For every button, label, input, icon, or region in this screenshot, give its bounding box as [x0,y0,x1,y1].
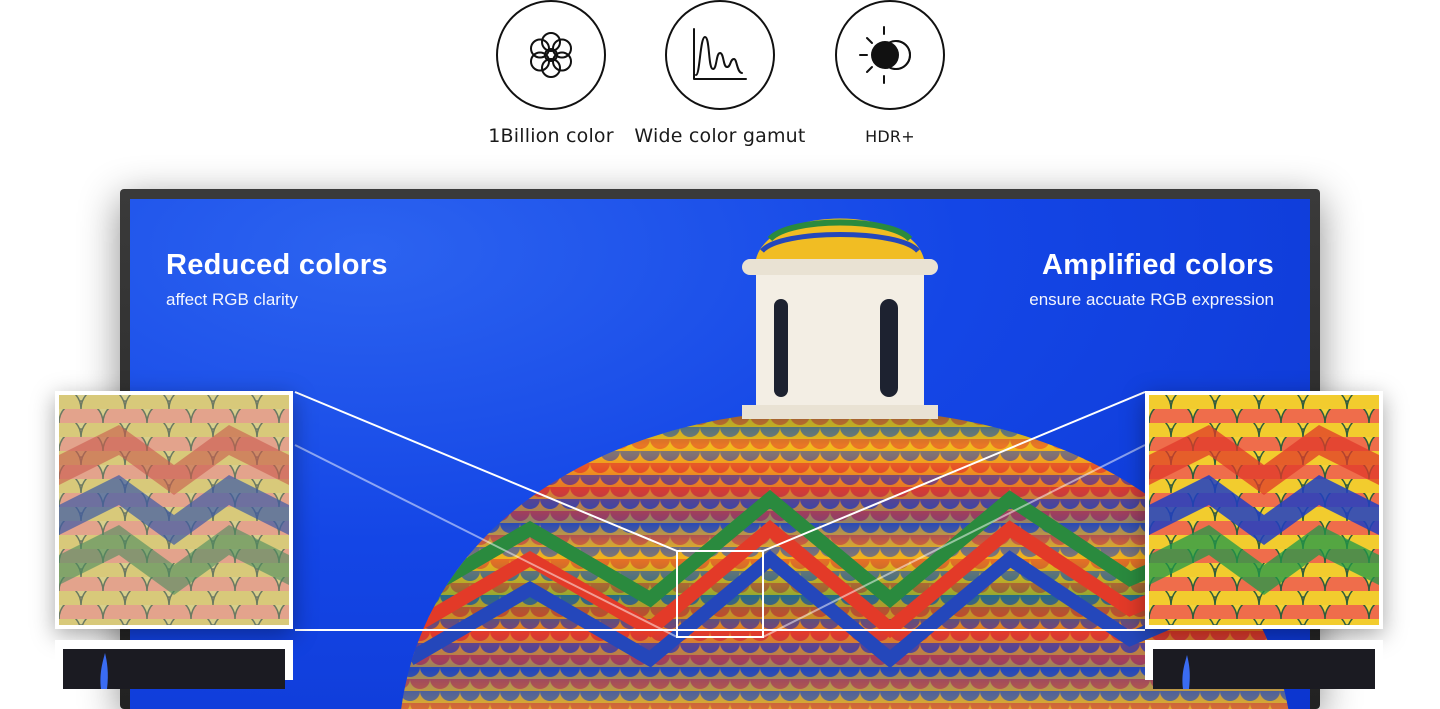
feature-circle [496,0,606,110]
brightness-contrast-icon [859,26,911,84]
amplified-colors-zoom-panel [1145,391,1383,629]
tv-frame: Reduced colors affect RGB clarity Amplif… [120,189,1320,709]
lower-panel-image [1153,649,1375,689]
wave-graph-icon [693,28,747,80]
amplified-colors-text: Amplified colors ensure accuate RGB expr… [1029,249,1274,310]
lower-panel-image [63,649,285,689]
reduced-colors-subtext: affect RGB clarity [166,290,298,309]
amplified-colors-subtext: ensure accuate RGB expression [1029,290,1274,309]
feature-circle [835,0,945,110]
feature-label: HDR+ [865,127,915,146]
reduced-colors-headline: Reduced colors [166,249,388,281]
feature-circle [665,0,775,110]
tv-screen: Reduced colors affect RGB clarity Amplif… [130,199,1310,709]
lower-panel-left [55,640,293,689]
feature-row: 1Billion color Wide color gamut HDR+ [0,0,1440,160]
flower-icon [530,32,572,78]
flame-image [100,653,108,689]
flame-image [1182,655,1190,689]
amplified-colors-headline: Amplified colors [1042,249,1274,281]
feature-hdr: HDR+ [790,0,990,146]
reduced-colors-zoom-panel [55,391,293,629]
lower-panel-right [1145,640,1383,689]
reduced-colors-text: Reduced colors affect RGB clarity [166,249,388,310]
scales-zoom-image-reduced [59,395,289,625]
scales-zoom-image-amplified [1149,395,1379,625]
